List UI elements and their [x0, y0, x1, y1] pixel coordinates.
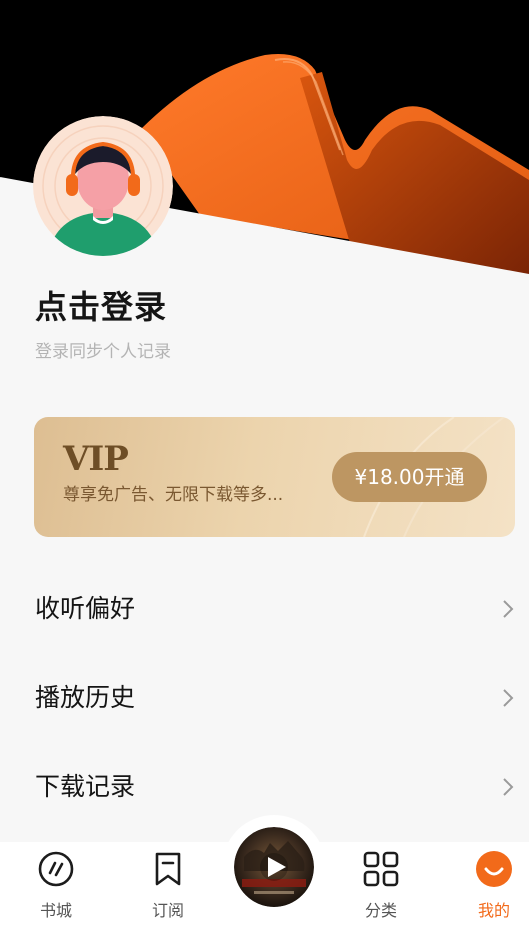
menu-item-label: 收听偏好 — [35, 594, 136, 623]
vip-purchase-button[interactable]: ¥18.00开通 — [332, 452, 487, 502]
now-playing-cover-art — [234, 827, 314, 907]
tab-category[interactable]: 分类 — [333, 842, 429, 926]
vip-description: 尊享免广告、无限下载等多... — [63, 485, 284, 505]
user-avatar[interactable] — [33, 116, 173, 256]
grid-icon — [363, 851, 399, 887]
menu-item-label: 播放历史 — [35, 683, 136, 712]
vip-card[interactable]: VIP 尊享免广告、无限下载等多... ¥18.00开通 — [34, 417, 515, 537]
tab-label: 书城 — [39, 901, 72, 920]
tab-label: 订阅 — [151, 901, 184, 920]
chevron-right-icon — [503, 600, 514, 618]
chevron-right-icon — [503, 689, 514, 707]
tab-label: 我的 — [477, 901, 510, 920]
menu-item-label: 下载记录 — [35, 772, 136, 801]
tab-label: 分类 — [364, 901, 397, 920]
chevron-right-icon — [503, 778, 514, 796]
menu-item-listening-preference[interactable]: 收听偏好 — [0, 564, 529, 654]
login-subtitle: 登录同步个人记录 — [35, 342, 171, 362]
bookstore-icon — [38, 851, 74, 887]
tab-bookstore[interactable]: 书城 — [8, 842, 104, 926]
vip-logo: VIP — [63, 439, 129, 479]
bookmark-icon — [155, 852, 181, 886]
mine-icon — [476, 851, 512, 887]
now-playing-cover[interactable] — [234, 827, 314, 907]
tab-subscribe[interactable]: 订阅 — [120, 842, 216, 926]
tab-mine[interactable]: 我的 — [446, 842, 529, 926]
login-title[interactable]: 点击登录 — [35, 285, 167, 329]
user-headphones-avatar-icon — [33, 116, 173, 256]
menu-item-play-history[interactable]: 播放历史 — [0, 653, 529, 743]
